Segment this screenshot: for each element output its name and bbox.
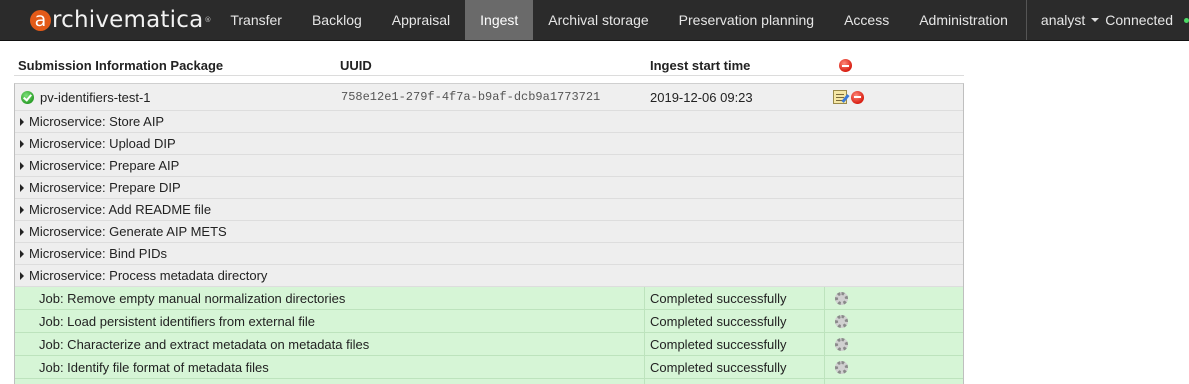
remove-sip-icon[interactable]: [851, 90, 864, 104]
nav-transfer[interactable]: Transfer: [215, 0, 297, 40]
column-divider: [824, 333, 825, 355]
expand-triangle-icon: [20, 271, 24, 280]
nav-access[interactable]: Access: [829, 0, 904, 40]
job-status: Completed successfully: [650, 313, 787, 329]
microservice-row[interactable]: Microservice: Upload DIP: [15, 133, 963, 155]
microservice-row[interactable]: Microservice: Store AIP: [15, 111, 963, 133]
column-divider: [824, 356, 825, 378]
column-divider: [644, 310, 645, 332]
sip-actions: [833, 84, 864, 110]
gear-icon[interactable]: [835, 337, 848, 351]
expand-triangle-icon: [20, 139, 24, 148]
header-ingest-start-time: Ingest start time: [650, 58, 751, 73]
microservice-row[interactable]: Microservice: Add README file: [15, 199, 963, 221]
gear-icon[interactable]: [835, 291, 848, 305]
ingest-grid: Submission Information Package UUID Inge…: [14, 41, 964, 384]
nav-ingest[interactable]: Ingest: [465, 0, 534, 40]
microservice-label: Microservice: Prepare DIP: [29, 180, 181, 195]
microservice-label: Microservice: Prepare AIP: [29, 158, 180, 173]
nav-archival-storage[interactable]: Archival storage: [533, 0, 663, 40]
microservice-row[interactable]: Microservice: Prepare AIP: [15, 155, 963, 177]
expand-triangle-icon: [20, 161, 24, 170]
job-name: Job: Remove empty manual normalization d…: [39, 290, 346, 306]
nav-administration[interactable]: Administration: [904, 0, 1023, 40]
job-row[interactable]: Job: Characterize and extract metadata o…: [15, 333, 963, 356]
job-name: Job: Load persistent identifiers from ex…: [39, 313, 316, 329]
microservice-label: Microservice: Bind PIDs: [29, 246, 167, 261]
microservice-label: Microservice: Add README file: [29, 202, 212, 217]
expand-triangle-icon: [20, 227, 24, 236]
chevron-down-icon: [1091, 18, 1100, 22]
column-divider: [824, 379, 825, 384]
logo-a-mark: a: [30, 9, 51, 31]
job-row[interactable]: Job: Identify file format of metadata fi…: [15, 356, 963, 379]
top-navbar: a rchivematica ® Transfer Backlog Appraisa…: [0, 0, 1189, 41]
user-name: analyst: [1040, 12, 1086, 28]
job-status: Completed successfully: [650, 336, 787, 352]
archivematica-logo[interactable]: a rchivematica ®: [0, 0, 215, 40]
nav-preservation-planning[interactable]: Preservation planning: [664, 0, 829, 40]
column-divider: [644, 333, 645, 355]
expand-triangle-icon: [20, 249, 24, 258]
grid-header: Submission Information Package UUID Inge…: [14, 41, 964, 76]
edit-metadata-icon[interactable]: [833, 90, 847, 104]
expand-triangle-icon: [20, 183, 24, 192]
microservice-label: Microservice: Upload DIP: [29, 136, 176, 151]
column-divider: [644, 356, 645, 378]
logo-registered-mark: ®: [204, 16, 212, 24]
nav-backlog[interactable]: Backlog: [297, 0, 377, 40]
gear-icon[interactable]: [835, 314, 848, 328]
microservice-row[interactable]: Microservice: Bind PIDs: [15, 243, 963, 265]
job-status: Completed successfully: [650, 290, 787, 306]
column-divider: [644, 379, 645, 384]
logo-wordmark: rchivematica: [52, 7, 204, 33]
gear-icon[interactable]: [835, 360, 848, 374]
sip-uuid: 758e12e1-279f-4f7a-b9af-dcb9a1773721: [341, 90, 601, 104]
expand-triangle-icon: [20, 205, 24, 214]
sip-block: pv-identifiers-test-1 758e12e1-279f-4f7a…: [14, 83, 964, 384]
job-name: Job: Characterize and extract metadata o…: [39, 336, 370, 352]
remove-all-icon[interactable]: [839, 59, 852, 72]
job-row[interactable]: Job: Remove empty manual normalization d…: [15, 287, 963, 310]
sip-row[interactable]: pv-identifiers-test-1 758e12e1-279f-4f7a…: [15, 84, 963, 111]
header-sip: Submission Information Package: [18, 58, 224, 73]
expand-triangle-icon: [20, 117, 24, 126]
microservice-row[interactable]: Microservice: Prepare DIP: [15, 177, 963, 199]
job-name: Job: Identify file format of metadata fi…: [39, 359, 269, 375]
column-divider: [824, 287, 825, 309]
sip-start-time: 2019-12-06 09:23: [650, 89, 753, 105]
connection-status: Connected: [1105, 12, 1173, 28]
microservice-label: Microservice: Process metadata directory: [29, 268, 268, 283]
job-row[interactable]: Job: Load persistent identifiers from ex…: [15, 310, 963, 333]
sip-name: pv-identifiers-test-1: [40, 89, 151, 105]
job-status: Completed successfully: [650, 359, 787, 375]
microservice-label: Microservice: Generate AIP METS: [29, 224, 227, 239]
microservice-row[interactable]: Microservice: Process metadata directory: [15, 265, 963, 287]
nav-appraisal[interactable]: Appraisal: [377, 0, 465, 40]
success-check-icon: [21, 90, 34, 104]
column-divider: [644, 287, 645, 309]
microservice-row[interactable]: Microservice: Generate AIP METS: [15, 221, 963, 243]
column-divider: [824, 310, 825, 332]
microservice-label: Microservice: Store AIP: [29, 114, 165, 129]
connection-status-dot-icon: [1184, 17, 1189, 23]
header-uuid: UUID: [340, 58, 372, 73]
user-menu[interactable]: analyst Connected: [1025, 0, 1189, 40]
job-row-partial: [15, 379, 963, 384]
sip-name-cell: pv-identifiers-test-1: [21, 84, 151, 110]
